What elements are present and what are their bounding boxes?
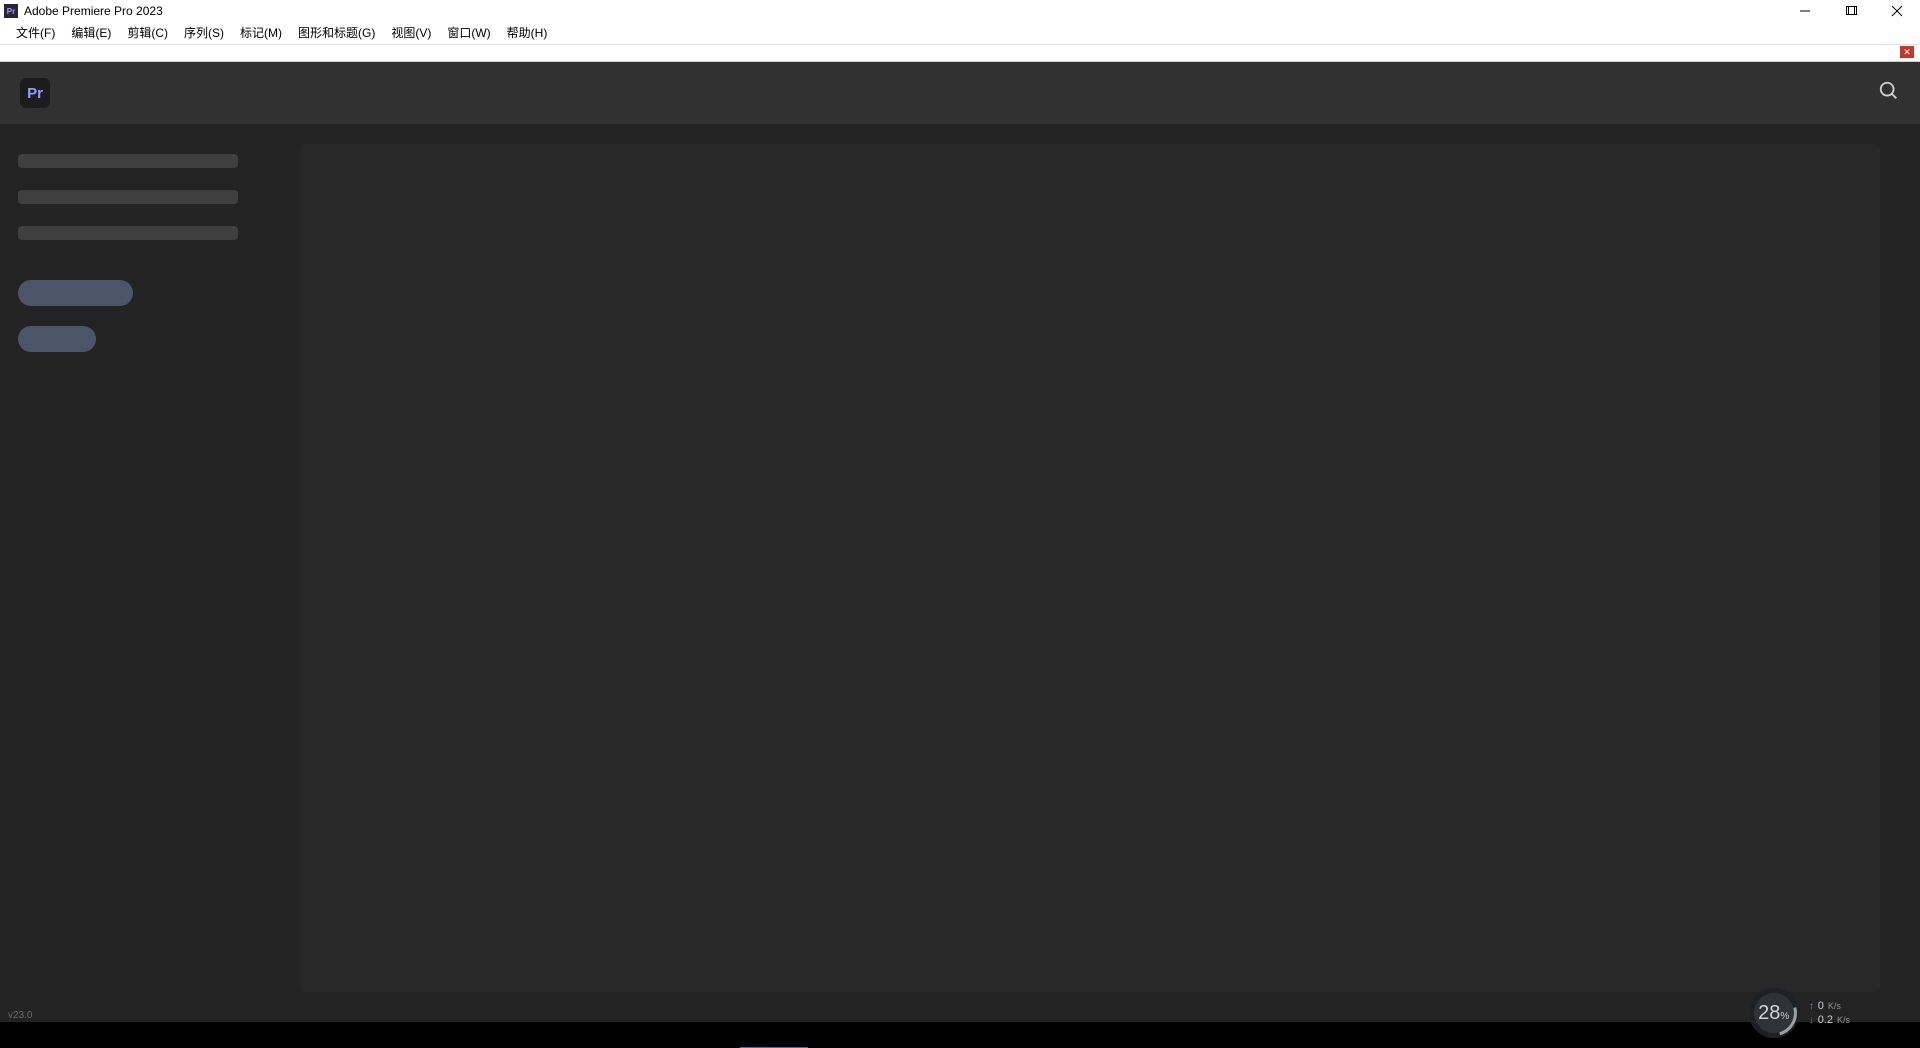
upload-unit: K/s — [1828, 1001, 1841, 1011]
app-main: v23.0 — [0, 124, 1920, 1022]
document-close-button[interactable]: ✕ — [1900, 46, 1914, 58]
sidebar-skeleton-button — [18, 326, 96, 352]
content-panel — [300, 144, 1880, 992]
menu-clip[interactable]: 剪辑(C) — [119, 22, 176, 44]
menu-edit[interactable]: 编辑(E) — [63, 22, 119, 44]
sidebar-skeleton-button — [18, 280, 133, 306]
arrow-down-icon: ↓ — [1809, 1015, 1814, 1026]
version-label: v23.0 — [8, 1010, 32, 1021]
sidebar-skeleton-line — [18, 226, 238, 240]
app-title: Adobe Premiere Pro 2023 — [24, 4, 163, 18]
title-bar: Pr Adobe Premiere Pro 2023 — [0, 0, 1920, 22]
menu-file[interactable]: 文件(F) — [8, 22, 63, 44]
search-icon — [1878, 80, 1900, 102]
upload-line: ↑ 0 K/s — [1809, 1000, 1850, 1012]
download-line: ↓ 0.2 K/s — [1809, 1014, 1850, 1026]
app-shell: Pr v23.0 — [0, 62, 1920, 1022]
title-left: Pr Adobe Premiere Pro 2023 — [4, 4, 163, 18]
menu-sequence[interactable]: 序列(S) — [176, 22, 232, 44]
net-speeds: ↑ 0 K/s ↓ 0.2 K/s — [1809, 1000, 1850, 1026]
menu-graphics[interactable]: 图形和标题(G) — [290, 22, 383, 44]
menu-window[interactable]: 窗口(W) — [439, 22, 498, 44]
maximize-icon — [1845, 5, 1857, 17]
close-button[interactable] — [1874, 0, 1920, 22]
minimize-icon — [1799, 5, 1811, 17]
sidebar-skeleton-line — [18, 190, 238, 204]
home-logo[interactable]: Pr — [20, 78, 50, 108]
menu-help[interactable]: 帮助(H) — [499, 22, 556, 44]
search-button[interactable] — [1878, 80, 1900, 107]
cpu-percent: % — [1780, 1011, 1789, 1022]
close-icon — [1891, 5, 1903, 17]
sidebar-skeleton-line — [18, 154, 238, 168]
menu-marker[interactable]: 标记(M) — [232, 22, 290, 44]
cpu-value: 28 — [1758, 1002, 1780, 1025]
maximize-button[interactable] — [1828, 0, 1874, 22]
app-topbar: Pr — [0, 62, 1920, 124]
download-unit: K/s — [1837, 1015, 1850, 1025]
app-icon: Pr — [4, 4, 18, 18]
download-value: 0.2 — [1818, 1014, 1833, 1026]
arrow-up-icon: ↑ — [1809, 1001, 1814, 1012]
cpu-gauge: 28 % — [1749, 988, 1799, 1038]
sidebar — [0, 124, 280, 1022]
upload-value: 0 — [1818, 1000, 1824, 1012]
x-icon: ✕ — [1903, 48, 1911, 57]
network-widget[interactable]: 28 % ↑ 0 K/s ↓ 0.2 K/s — [1749, 988, 1850, 1038]
window-controls — [1782, 0, 1920, 22]
document-strip: ✕ — [0, 45, 1920, 62]
menu-view[interactable]: 视图(V) — [383, 22, 439, 44]
minimize-button[interactable] — [1782, 0, 1828, 22]
menu-bar: 文件(F) 编辑(E) 剪辑(C) 序列(S) 标记(M) 图形和标题(G) 视… — [0, 22, 1920, 45]
taskbar[interactable] — [0, 1022, 1920, 1048]
